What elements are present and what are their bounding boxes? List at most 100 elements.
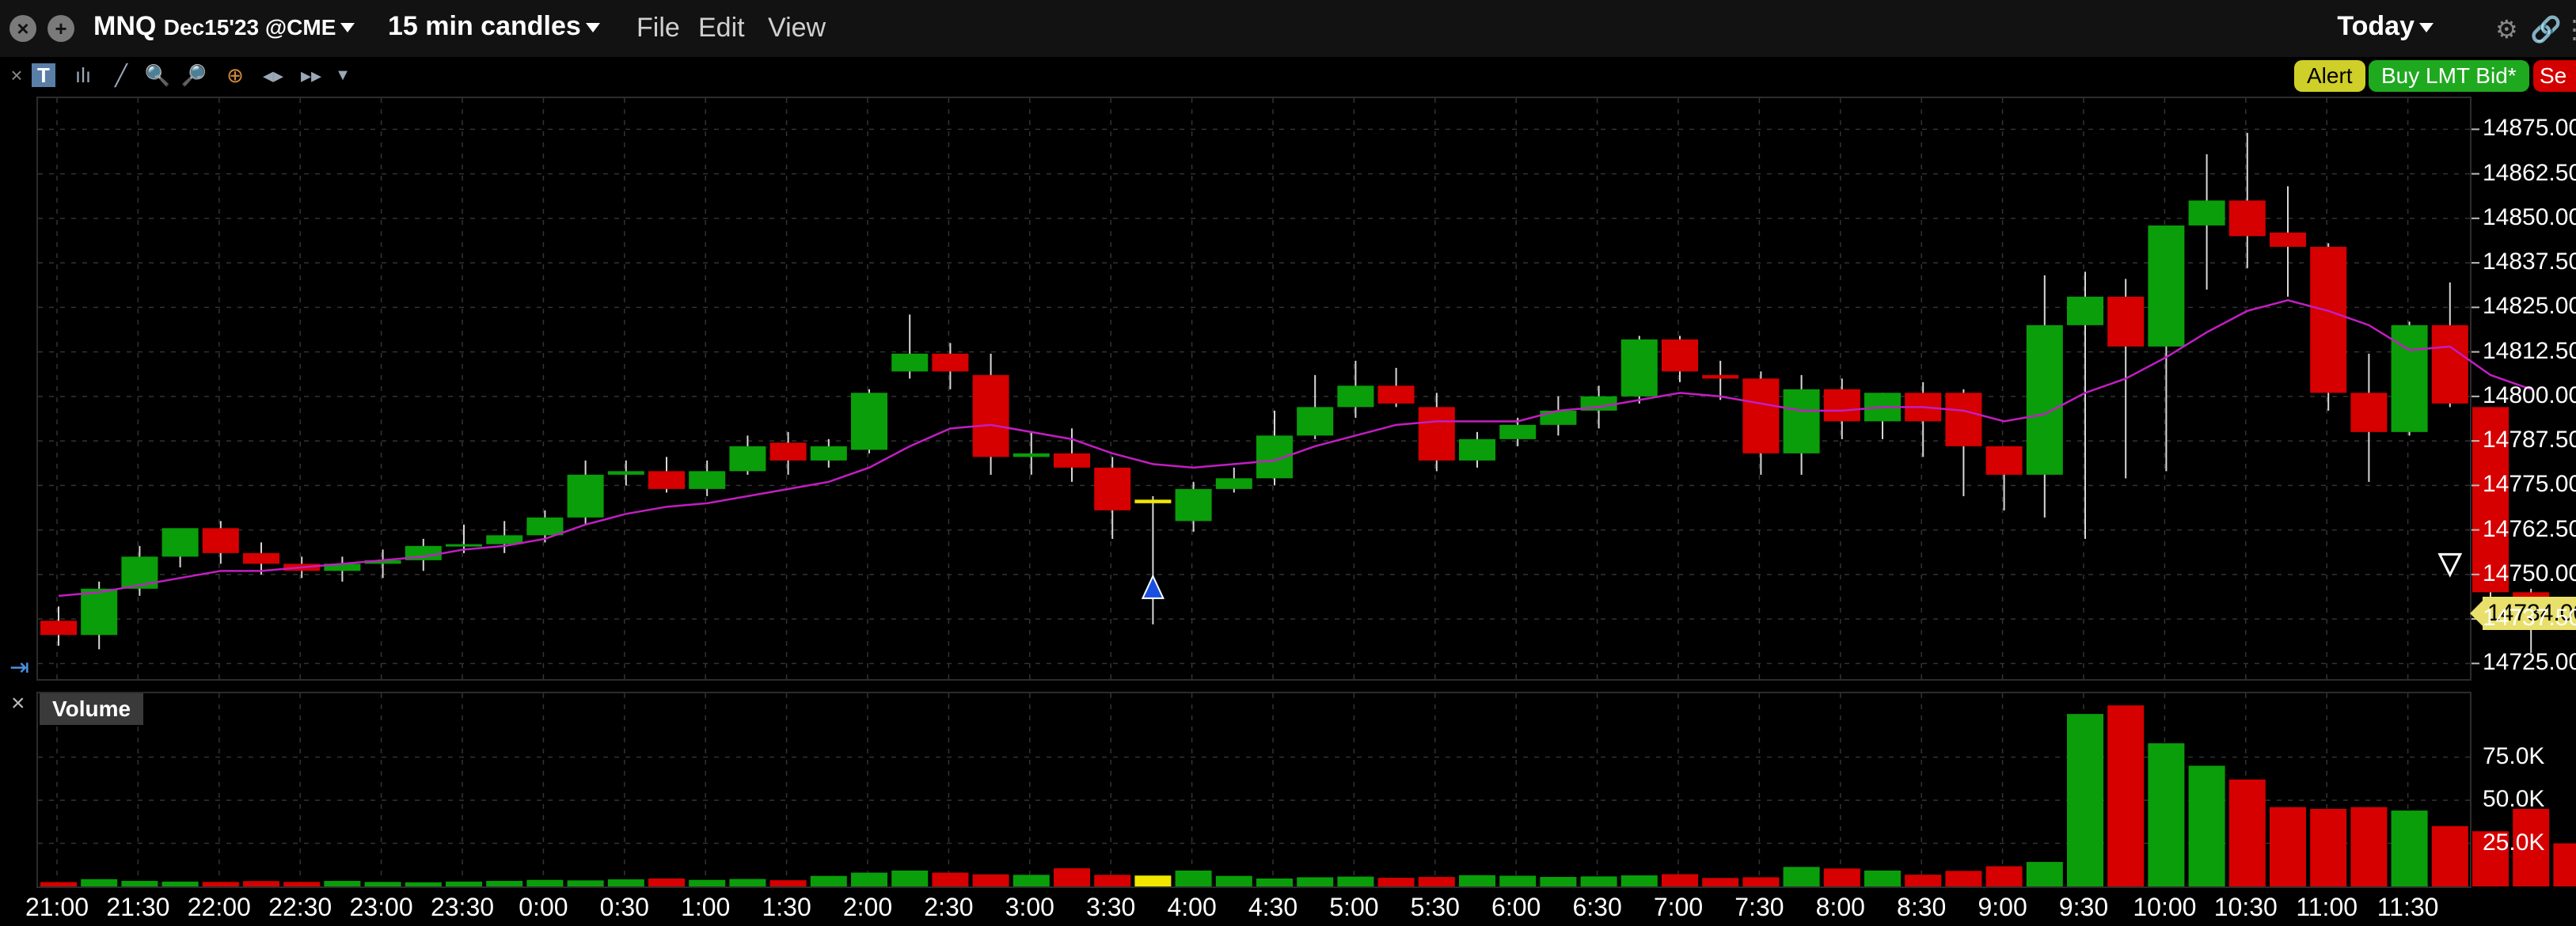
volume-bar xyxy=(2431,825,2468,886)
candle-body xyxy=(40,620,77,636)
time-tick-label: 22:00 xyxy=(187,893,251,921)
volume-bar xyxy=(1377,878,1415,886)
volume-bar xyxy=(161,881,199,886)
volume-bar xyxy=(769,880,807,886)
volume-bar xyxy=(2067,714,2103,886)
time-tick-label: 1:00 xyxy=(681,893,731,921)
candle-body xyxy=(1175,488,1212,522)
sell-marker-icon xyxy=(2437,552,2463,578)
volume-bar xyxy=(1459,875,1495,886)
candle-body xyxy=(932,353,969,372)
volume-bar xyxy=(1013,875,1050,886)
volume-bar xyxy=(1702,878,1739,886)
time-tick-label: 1:30 xyxy=(762,893,811,921)
volume-bar xyxy=(1742,877,1780,886)
candle-body xyxy=(689,471,726,489)
price-tick-label: 14812.50 xyxy=(2483,337,2576,364)
price-tick-label: 14862.50 xyxy=(2483,159,2576,186)
volume-bar xyxy=(1864,870,1901,886)
volume-bar xyxy=(1256,878,1293,886)
volume-bar xyxy=(1418,877,1455,886)
candle-body xyxy=(1702,374,1739,379)
candle-body xyxy=(1620,339,1658,397)
candle-body xyxy=(2228,200,2266,237)
volume-bar xyxy=(729,879,766,886)
volume-bar xyxy=(567,880,604,886)
candle-body xyxy=(1094,467,1131,510)
volume-bar xyxy=(405,882,442,886)
time-tick-label: 6:30 xyxy=(1572,893,1622,921)
volume-bar xyxy=(486,881,523,886)
time-tick-label: 8:00 xyxy=(1815,893,1865,921)
volume-bar xyxy=(1662,874,1698,886)
volume-bar xyxy=(202,882,239,886)
volume-bar xyxy=(243,881,279,886)
volume-bar xyxy=(2107,705,2145,886)
time-tick-label: 23:00 xyxy=(349,893,413,921)
candle-body xyxy=(567,474,604,518)
volume-bar xyxy=(1337,876,1374,886)
price-tick-label: 14825.00 xyxy=(2483,293,2576,320)
time-tick-label: 21:30 xyxy=(106,893,170,921)
candle-body xyxy=(1945,393,1982,446)
volume-bar xyxy=(1054,868,1090,886)
volume-bar xyxy=(1985,866,2023,886)
volume-bar xyxy=(648,878,685,886)
price-tick-label: 14850.00 xyxy=(2483,203,2576,230)
candle-body xyxy=(1459,438,1495,461)
volume-bar xyxy=(526,879,564,886)
volume-bar xyxy=(2350,806,2388,886)
volume-bar xyxy=(1499,875,1537,886)
candle-body xyxy=(1783,389,1820,454)
volume-bar xyxy=(607,879,644,886)
volume-bar xyxy=(1823,868,1860,886)
candle-body xyxy=(1499,424,1537,439)
panel-resize-icon[interactable]: ⇥ xyxy=(9,654,29,681)
candle-body xyxy=(1215,478,1252,489)
price-tick-label: 14750.00 xyxy=(2483,560,2576,586)
candle-body xyxy=(2431,324,2468,404)
time-tick-label: 10:30 xyxy=(2213,893,2278,921)
price-tick-label: 14762.50 xyxy=(2483,515,2576,542)
candle-body xyxy=(1823,389,1860,422)
candle-body xyxy=(2270,232,2306,247)
volume-bar xyxy=(1134,875,1172,886)
time-tick-label: 4:30 xyxy=(1248,893,1298,921)
volume-bar xyxy=(81,879,118,886)
candle-body xyxy=(1377,385,1415,404)
volume-bar xyxy=(1945,871,1982,886)
volume-bar xyxy=(1540,877,1577,886)
candle-body xyxy=(243,552,279,564)
candle-body xyxy=(810,446,847,461)
volume-bar xyxy=(364,882,401,886)
candle-body xyxy=(1054,453,1090,468)
volume-panel-title: Volume xyxy=(40,693,144,725)
price-tick-label: 14737.50 xyxy=(2483,605,2576,632)
time-tick-label: 9:30 xyxy=(2058,893,2109,921)
volume-bar xyxy=(891,870,929,886)
time-tick-label: 21:00 xyxy=(25,893,89,921)
time-tick-label: 11:00 xyxy=(2296,893,2358,921)
volume-tick-label: 50.0K xyxy=(2483,786,2545,813)
price-tick-label: 14800.00 xyxy=(2483,381,2576,408)
candle-body xyxy=(769,442,807,461)
volume-bar xyxy=(1580,876,1617,886)
time-tick-label: 7:00 xyxy=(1653,893,1704,921)
volume-bar xyxy=(2553,843,2576,886)
time-tick-label: 0:00 xyxy=(519,893,568,921)
price-tick-label: 14787.50 xyxy=(2483,427,2576,454)
candle-body xyxy=(1337,385,1374,408)
time-tick-label: 6:00 xyxy=(1491,893,1541,921)
candle-body xyxy=(2148,225,2185,347)
candle-body xyxy=(526,517,564,536)
volume-bar xyxy=(1175,870,1212,886)
time-tick-label: 3:00 xyxy=(1005,893,1054,921)
candle-body xyxy=(2026,324,2063,475)
close-volume-icon[interactable]: × xyxy=(11,690,25,717)
volume-tick-label: 25.0K xyxy=(2483,829,2545,856)
volume-bar xyxy=(1215,875,1252,886)
candle-body xyxy=(891,353,929,372)
volume-bar xyxy=(2026,862,2063,886)
time-tick-label: 3:30 xyxy=(1086,893,1136,921)
price-tick-label: 14875.00 xyxy=(2483,115,2576,142)
